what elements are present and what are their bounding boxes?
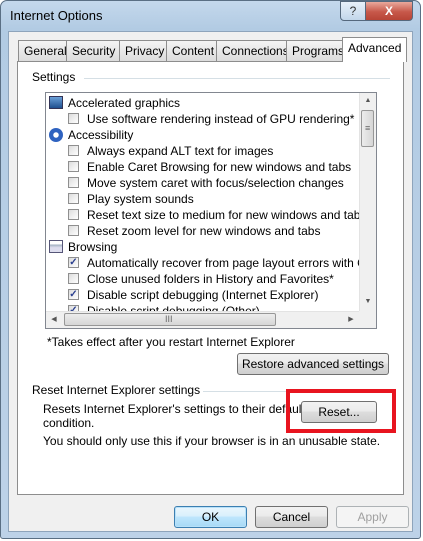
category-label: Browsing (68, 240, 118, 254)
scroll-right-arrow-icon[interactable]: ▶ (343, 312, 359, 328)
checkbox-checked[interactable]: ✓ (68, 257, 79, 268)
reset-description-line1: Resets Internet Explorer's settings to t… (43, 402, 305, 416)
horizontal-scroll-thumb[interactable]: III (64, 313, 276, 326)
horizontal-scrollbar[interactable]: ◀ III ▶ (46, 311, 360, 328)
title-bar[interactable]: Internet Options ? X (1, 1, 420, 31)
checkbox[interactable] (68, 225, 79, 236)
restore-advanced-settings-button[interactable]: Restore advanced settings (237, 353, 389, 375)
option-label[interactable]: Reset text size to medium for new window… (87, 207, 366, 223)
restart-footnote: *Takes effect after you restart Internet… (47, 335, 295, 349)
monitor-icon (49, 96, 63, 109)
apply-button[interactable]: Apply (336, 506, 409, 528)
browsing-icon (49, 240, 63, 253)
close-button[interactable]: X (365, 1, 413, 21)
option-label[interactable]: Play system sounds (87, 191, 194, 207)
cancel-button[interactable]: Cancel (255, 506, 328, 528)
tab-privacy[interactable]: Privacy (119, 40, 171, 61)
tab-general[interactable]: General (18, 40, 73, 61)
checkbox[interactable] (68, 177, 79, 188)
option-label[interactable]: Enable Caret Browsing for new windows an… (87, 159, 351, 175)
checkbox[interactable] (68, 193, 79, 204)
scroll-down-arrow-icon[interactable]: ▼ (360, 294, 376, 310)
checkbox[interactable] (68, 145, 79, 156)
grip-icon: ≡ (365, 123, 371, 133)
checkbox-checked[interactable]: ✓ (68, 289, 79, 300)
option-label[interactable]: Move system caret with focus/selection c… (87, 175, 344, 191)
settings-divider (84, 78, 390, 79)
checkbox[interactable] (68, 209, 79, 220)
dialog-body: General Security Privacy Content Connect… (8, 31, 413, 532)
scroll-left-arrow-icon[interactable]: ◀ (46, 312, 62, 328)
scroll-up-arrow-icon[interactable]: ▲ (360, 93, 376, 109)
category-label: Accessibility (68, 128, 134, 142)
tab-advanced[interactable]: Advanced (342, 37, 408, 62)
tab-programs[interactable]: Programs (286, 40, 351, 61)
internet-options-window: Internet Options ? X General Security Pr… (0, 0, 421, 539)
checkbox[interactable] (68, 273, 79, 284)
vertical-scroll-thumb[interactable]: ≡ (361, 110, 374, 147)
option-label[interactable]: Disable script debugging (Internet Explo… (87, 287, 318, 303)
reset-description-line2: condition. (43, 416, 95, 430)
option-label[interactable]: Always expand ALT text for images (87, 143, 273, 159)
option-label[interactable]: Reset zoom level for new windows and tab… (87, 223, 320, 239)
option-label[interactable]: Close unused folders in History and Favo… (87, 271, 334, 287)
option-label[interactable]: Use software rendering instead of GPU re… (87, 111, 354, 127)
category-label: Accelerated graphics (68, 96, 181, 110)
reset-highlight-box (286, 389, 396, 433)
settings-section-label: Settings (32, 70, 76, 84)
tab-connections[interactable]: Connections (216, 40, 295, 61)
tab-content[interactable]: Content (166, 40, 221, 61)
settings-list[interactable]: Accelerated graphics Use software render… (45, 92, 377, 329)
help-button[interactable]: ? (340, 1, 366, 21)
checkbox[interactable] (68, 161, 79, 172)
vertical-scrollbar[interactable]: ▲ ≡ ▼ (359, 93, 376, 311)
grip-icon: III (165, 314, 173, 324)
checkbox[interactable] (68, 113, 79, 124)
ok-button[interactable]: OK (174, 506, 247, 528)
scrollbar-corner (359, 311, 376, 328)
option-label[interactable]: Automatically recover from page layout e… (87, 255, 376, 271)
reset-section-label: Reset Internet Explorer settings (32, 383, 201, 397)
reset-warning: You should only use this if your browser… (43, 434, 381, 448)
tab-security[interactable]: Security (66, 40, 122, 61)
window-title: Internet Options (10, 8, 103, 23)
accessibility-icon (49, 128, 63, 142)
